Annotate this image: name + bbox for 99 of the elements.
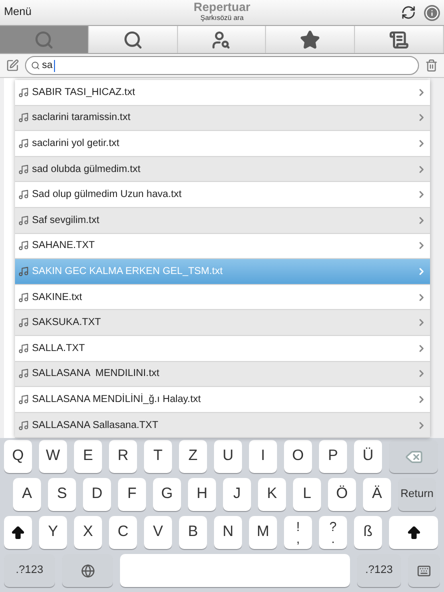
music-note-icon [18, 214, 29, 226]
result-label: SAKSUKA.TXT [32, 316, 101, 330]
keyboard-icon [417, 564, 431, 578]
result-row[interactable]: SAKINE.txt [15, 284, 430, 310]
music-note-icon [18, 420, 29, 431]
keyboard-key[interactable]: W [39, 440, 67, 473]
keyboard-key[interactable]: ! , [284, 516, 312, 549]
search-field[interactable]: sa [25, 56, 419, 75]
keyboard-key[interactable]: H [188, 478, 216, 511]
keyboard-key[interactable]: Q [4, 440, 32, 473]
keyboard-key[interactable]: Ö [328, 478, 356, 511]
tab[interactable] [355, 26, 444, 53]
keyboard-key[interactable]: L [293, 478, 321, 511]
keyboard-key[interactable]: N [214, 516, 242, 549]
menu-button[interactable]: Menü [4, 4, 32, 21]
keyboard-key[interactable]: X [74, 516, 102, 549]
globe-icon [80, 564, 94, 578]
music-note-icon [18, 240, 29, 252]
result-label: Saf sevgilim.txt [32, 214, 100, 228]
shift-icon [406, 524, 422, 540]
music-note-icon [18, 368, 29, 380]
keyboard-key[interactable]: T [144, 440, 172, 473]
result-label: SABIR TASI_HICAZ.txt [32, 86, 135, 100]
music-note-icon [18, 317, 29, 328]
result-row[interactable]: SABIR TASI_HICAZ.txt [15, 80, 430, 106]
result-label: saclarini yol getir.txt [32, 136, 120, 151]
keyboard-key[interactable]: P [319, 440, 347, 473]
result-label: SALLASANA MENDİLİNİ_ğ.ı Halay.txt [32, 392, 201, 407]
music-note-icon [18, 86, 29, 98]
result-row[interactable]: SALLA.TXT [15, 336, 430, 362]
refresh-icon [401, 5, 416, 20]
keyboard-key[interactable]: K [258, 478, 286, 511]
music-note-icon [18, 342, 29, 354]
info-icon [425, 6, 439, 20]
tab[interactable] [266, 26, 356, 53]
keyboard-key[interactable]: M [249, 516, 277, 549]
info-button[interactable] [424, 4, 440, 20]
keyboard-key[interactable]: C [109, 516, 137, 549]
music-note-icon [18, 189, 29, 200]
keyboard-key[interactable]: B [179, 516, 207, 549]
result-label: SALLASANA Sallasana.TXT [32, 418, 158, 433]
tab[interactable] [88, 26, 178, 53]
keyboard-key[interactable]: G [153, 478, 181, 511]
shift-key[interactable] [389, 516, 438, 549]
search-icon [34, 30, 54, 50]
result-row[interactable]: SAKSUKA.TXT [15, 310, 430, 336]
keyboard-key[interactable]: ß [354, 516, 382, 549]
music-note-icon [18, 266, 29, 277]
music-note-icon [18, 164, 29, 175]
search-value: sa [42, 60, 55, 72]
keyboard-key[interactable]: I [249, 440, 277, 473]
trash-icon[interactable] [425, 59, 438, 72]
tab[interactable] [178, 26, 266, 53]
result-label: SAHANE.TXT [32, 239, 95, 254]
result-row[interactable]: SALLASANA Sallasana.TXT [15, 412, 430, 438]
result-row[interactable]: Saf sevgilim.txt [15, 208, 430, 234]
result-row[interactable]: saclarini taramissin.txt [15, 106, 430, 132]
refresh-button[interactable] [401, 5, 416, 20]
keyboard-key[interactable]: E [74, 440, 102, 473]
edit-icon[interactable] [6, 59, 19, 72]
keyboard-key[interactable]: S [48, 478, 76, 511]
keyboard-key[interactable]: R [109, 440, 137, 473]
result-label: SAKINE.txt [32, 290, 82, 305]
shift-key[interactable] [4, 516, 32, 549]
keyboard-key[interactable]: ? . [319, 516, 347, 549]
shift-icon [10, 524, 26, 540]
keyboard-key[interactable]: Y [39, 516, 67, 549]
music-note-icon [18, 112, 29, 124]
keyboard-key[interactable]: J [223, 478, 251, 511]
keyboard-key[interactable]: Ü [354, 440, 382, 473]
search-icon [31, 61, 40, 70]
result-label: Sad olup gülmedim Uzun hava.txt [32, 188, 182, 202]
result-row[interactable]: SALLASANA MENDILINI.txt [15, 362, 430, 388]
document-icon [389, 30, 410, 50]
result-label: SALLASANA MENDILINI.txt [32, 367, 160, 382]
keyboard-key[interactable]: Z [179, 440, 207, 473]
music-note-icon [18, 138, 29, 149]
result-row[interactable]: saclarini yol getir.txt [15, 131, 430, 157]
keyboard-key[interactable]: F [118, 478, 146, 511]
keyboard-key[interactable]: U [214, 440, 242, 473]
keyboard-key[interactable]: O [284, 440, 312, 473]
star-icon [300, 30, 320, 50]
page-title: Repertuar [194, 0, 250, 14]
keyboard-key[interactable]: D [83, 478, 111, 511]
result-row[interactable]: Sad olup gülmedim Uzun hava.txt [15, 182, 430, 208]
keyboard-key[interactable]: A [13, 478, 41, 511]
result-label: SAKIN GEC KALMA ERKEN GEL_TSM.txt [32, 264, 223, 279]
music-note-icon [18, 292, 29, 303]
keyboard-key[interactable]: V [144, 516, 172, 549]
result-label: SALLA.TXT [32, 342, 85, 356]
result-label: sad olubda gülmedim.txt [32, 162, 140, 177]
music-note-icon [18, 394, 29, 405]
result-row[interactable]: SAHANE.TXT [15, 234, 430, 260]
user-search-icon [211, 30, 232, 50]
result-row[interactable]: SALLASANA MENDİLİNİ_ğ.ı Halay.txt [15, 387, 430, 413]
keyboard-key[interactable]: Ä [363, 478, 391, 511]
result-label: saclarini taramissin.txt [32, 111, 130, 126]
search-icon [122, 30, 143, 50]
result-row[interactable]: sad olubda gülmedim.txt [15, 156, 430, 182]
